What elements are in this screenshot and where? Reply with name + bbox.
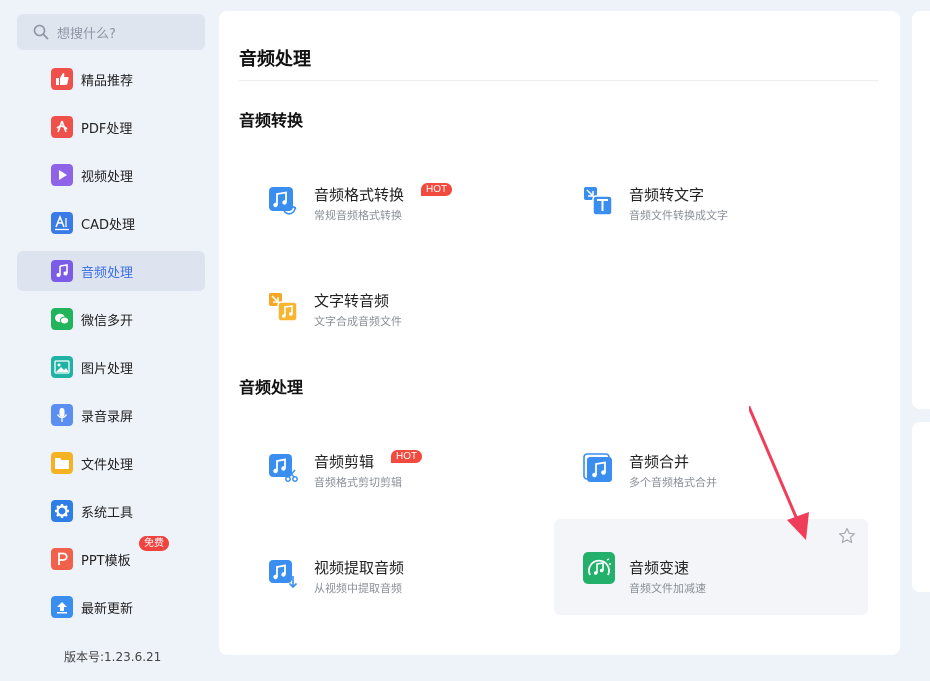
sidebar-item-updates[interactable]: 最新更新	[17, 587, 205, 627]
sidebar-item-file[interactable]: 文件处理	[17, 443, 205, 483]
sidebar-item-wechat[interactable]: 微信多开	[17, 299, 205, 339]
sidebar-item-recording[interactable]: 录音录屏	[17, 395, 205, 435]
tool-video-extract-audio[interactable]: 视频提取音频 从视频中提取音频	[219, 529, 533, 625]
image-icon	[51, 356, 73, 378]
sidebar-item-featured[interactable]: 精品推荐	[17, 59, 205, 99]
sidebar-item-label: 微信多开	[81, 313, 134, 329]
sidebar-item-pdf[interactable]: PDF处理	[17, 107, 205, 147]
sidebar-item-label: 图片处理	[81, 361, 134, 377]
tool-desc: 文字合成音频文件	[314, 315, 402, 328]
sidebar-item-label: 音频处理	[81, 265, 134, 281]
sidebar-item-ppt[interactable]: PPT模板 免费	[17, 536, 205, 579]
sidebar: 想搜什么? 精品推荐 PDF处理 视频处理 CAD处理 音频处理 微信多开 图片…	[0, 0, 218, 681]
free-badge: 免费	[139, 536, 169, 551]
sidebar-item-audio[interactable]: 音频处理	[17, 251, 205, 291]
annotation-arrow	[749, 406, 809, 540]
text-to-audio-icon	[268, 292, 298, 322]
sidebar-item-system-tools[interactable]: 系统工具	[17, 491, 205, 531]
tool-audio-format-convert[interactable]: 音频格式转换 常规音频格式转换 HOT	[219, 156, 533, 252]
folder-icon	[51, 452, 73, 474]
tool-desc: 常规音频格式转换	[314, 209, 402, 222]
tool-desc: 从视频中提取音频	[314, 582, 402, 595]
right-panel-top	[912, 11, 930, 409]
section-title: 音频转换	[239, 111, 304, 130]
hot-badge: HOT	[391, 450, 423, 463]
sidebar-item-video[interactable]: 视频处理	[17, 155, 205, 195]
audio-cut-icon	[268, 453, 298, 483]
main-panel: 音频处理 音频转换 音频格式转换 常规音频格式转换 HOT 音频转文字 音频文件…	[219, 11, 900, 655]
sidebar-item-label: PDF处理	[81, 121, 133, 137]
sidebar-item-label: 系统工具	[81, 505, 134, 521]
tool-desc: 音频文件转换成文字	[629, 209, 728, 222]
cad-icon	[51, 212, 73, 234]
tool-desc: 音频格式剪切剪辑	[314, 476, 402, 489]
tool-name: 音频变速	[629, 559, 690, 577]
page-title: 音频处理	[239, 49, 311, 70]
thumbs-up-icon	[51, 68, 73, 90]
tool-audio-to-text[interactable]: 音频转文字 音频文件转换成文字	[534, 156, 848, 252]
audio-to-text-icon	[583, 186, 613, 216]
tool-audio-cut[interactable]: 音频剪辑 音频格式剪切剪辑 HOT	[219, 423, 533, 519]
tool-name: 音频剪辑	[314, 453, 375, 471]
play-icon	[51, 164, 73, 186]
video-extract-audio-icon	[268, 559, 298, 589]
gear-icon	[51, 500, 73, 522]
sidebar-item-label: 最新更新	[81, 601, 134, 617]
microphone-icon	[51, 404, 73, 426]
hot-badge: HOT	[421, 183, 453, 196]
search-icon	[33, 24, 49, 40]
right-panel-bottom	[912, 422, 930, 592]
sidebar-item-label: CAD处理	[81, 217, 135, 233]
tool-desc: 多个音频格式合并	[629, 476, 717, 489]
version-label: 版本号:1.23.6.21	[64, 650, 162, 664]
tool-text-to-audio[interactable]: 文字转音频 文字合成音频文件	[219, 262, 533, 358]
wechat-icon	[51, 308, 73, 330]
audio-convert-icon	[268, 186, 298, 216]
divider	[239, 80, 879, 81]
tool-desc: 音频文件加减速	[629, 582, 706, 595]
pdf-icon	[51, 116, 73, 138]
sidebar-item-image[interactable]: 图片处理	[17, 347, 205, 387]
tool-name: 音频转文字	[629, 186, 705, 204]
sidebar-item-label: PPT模板	[81, 553, 131, 569]
upload-icon	[51, 596, 73, 618]
tool-name: 音频格式转换	[314, 186, 405, 204]
sidebar-item-label: 精品推荐	[81, 73, 134, 89]
tool-name: 视频提取音频	[314, 559, 405, 577]
star-icon[interactable]	[838, 527, 856, 549]
tool-name: 音频合并	[629, 453, 690, 471]
sidebar-item-cad[interactable]: CAD处理	[17, 203, 205, 243]
audio-speed-icon	[583, 552, 615, 584]
audio-merge-icon	[583, 453, 613, 483]
tool-name: 文字转音频	[314, 292, 390, 310]
sidebar-item-label: 文件处理	[81, 457, 134, 473]
sidebar-item-label: 视频处理	[81, 169, 134, 185]
music-note-icon	[51, 260, 73, 282]
search-input[interactable]: 想搜什么?	[17, 14, 205, 50]
search-placeholder: 想搜什么?	[57, 26, 116, 42]
sidebar-item-label: 录音录屏	[81, 409, 134, 425]
ppt-icon	[51, 548, 73, 570]
section-title: 音频处理	[239, 378, 304, 397]
